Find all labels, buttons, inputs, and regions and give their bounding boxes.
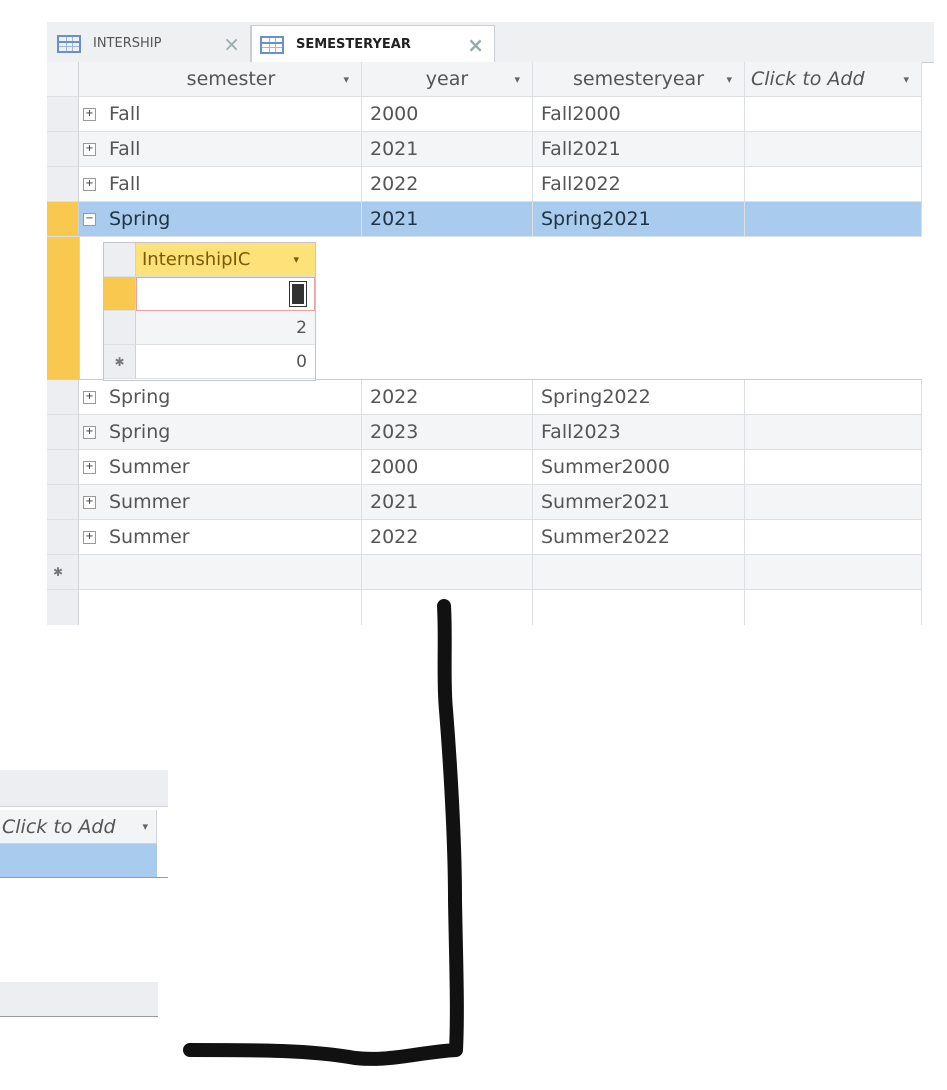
annotation-svg — [183, 599, 464, 1066]
hand-drawn-bracket-annotation — [183, 599, 464, 1066]
